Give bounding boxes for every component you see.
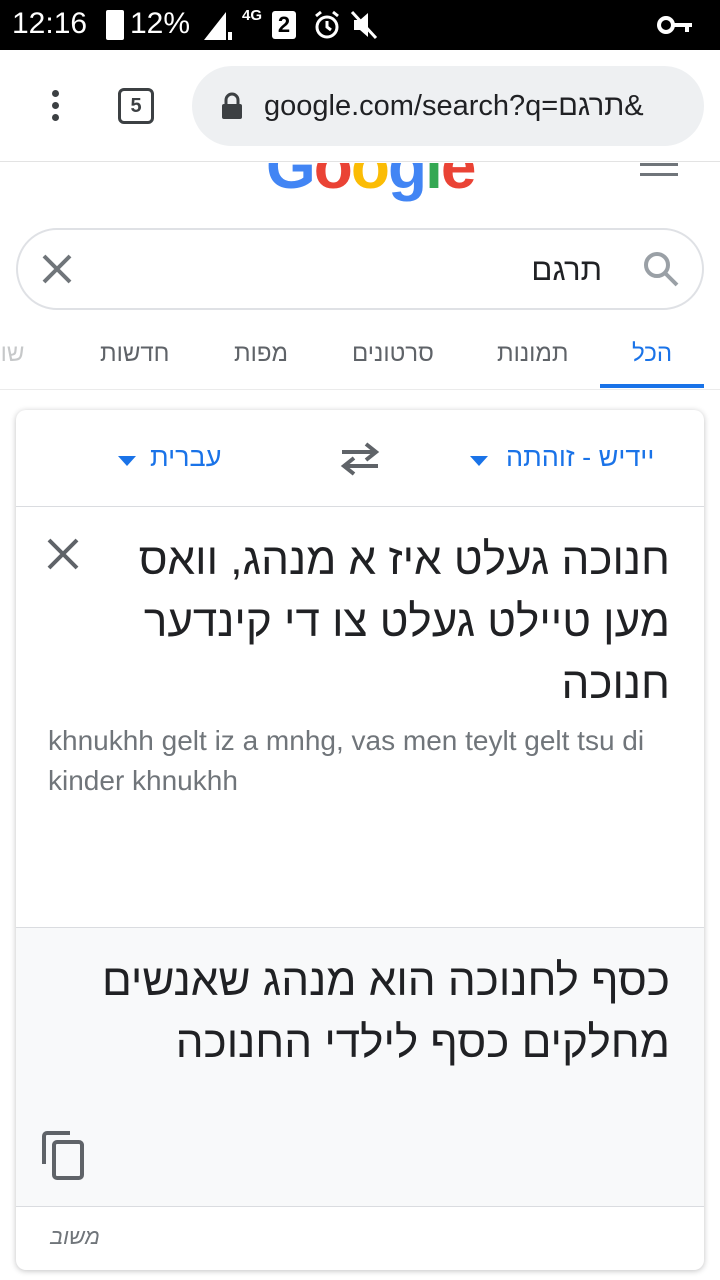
logo-letter: g: [387, 163, 427, 202]
tab-news[interactable]: חדשות: [100, 340, 169, 368]
search-icon[interactable]: [642, 250, 680, 288]
translate-card: עברית יידיש - זוהתה חנוכה געלט איז א מנה…: [16, 410, 704, 1270]
logo-letter: G: [266, 163, 316, 202]
url-bar[interactable]: google.com/search?q=תרגם&: [192, 66, 704, 146]
status-bar: 12:16 12% 4G 2: [0, 0, 720, 50]
transliteration: khnukhh gelt iz a mnhg, vas men teylt ge…: [48, 725, 645, 796]
search-input[interactable]: תרגם: [531, 252, 602, 288]
active-tab-indicator: [600, 384, 704, 388]
source-language-select[interactable]: יידיש - זוהתה: [506, 442, 654, 473]
language-selector-row: עברית יידיש - זוהתה: [16, 410, 704, 507]
logo-letter: o: [350, 163, 390, 202]
source-panel: חנוכה געלט איז א מנהג, וואס מען טיילט גע…: [16, 507, 704, 927]
sim-indicator: 2: [272, 11, 296, 39]
more-vert-icon[interactable]: [40, 86, 70, 126]
alarm-icon: [315, 10, 339, 39]
close-icon[interactable]: [46, 537, 80, 571]
chevron-down-icon[interactable]: [470, 456, 488, 466]
tab-all[interactable]: הכל: [632, 340, 672, 368]
target-language-select[interactable]: עברית: [150, 442, 221, 473]
swap-icon[interactable]: [338, 440, 382, 478]
lock-icon: [222, 92, 242, 119]
signal-icon: [204, 12, 232, 40]
chevron-down-icon[interactable]: [118, 456, 136, 466]
mute-icon: [350, 10, 378, 40]
search-box[interactable]: תרגם: [16, 228, 704, 310]
translated-text: כסף לחנוכה הוא מנהג שאנשים מחלקים כסף לי…: [101, 956, 670, 1067]
status-time: 12:16: [12, 7, 88, 40]
tab-shopping[interactable]: שופ: [0, 340, 24, 368]
search-nav-tabs: הכל תמונות סרטונים מפות חדשות שופ: [0, 320, 720, 390]
url-text: google.com/search?q=תרגם&: [264, 90, 644, 122]
network-type: 4G: [241, 7, 262, 24]
browser-toolbar: 5 google.com/search?q=תרגם&: [0, 50, 720, 162]
logo-strip: Google: [0, 163, 720, 203]
logo-letter: e: [440, 163, 477, 202]
logo-letter: o: [313, 163, 353, 202]
hamburger-menu-icon[interactable]: [640, 163, 678, 177]
logo-letter: l: [425, 163, 443, 202]
source-text[interactable]: חנוכה געלט איז א מנהג, וואס מען טיילט גע…: [110, 529, 670, 715]
battery-percent: 12%: [130, 7, 191, 40]
tab-switcher-button[interactable]: 5: [118, 88, 154, 124]
google-logo[interactable]: Google: [266, 163, 477, 203]
tab-images[interactable]: תמונות: [497, 340, 568, 368]
feedback-link[interactable]: משוב: [50, 1224, 100, 1250]
target-panel: כסף לחנוכה הוא מנהג שאנשים מחלקים כסף לי…: [16, 927, 704, 1207]
copy-icon[interactable]: [40, 1130, 88, 1182]
tab-maps[interactable]: מפות: [234, 340, 288, 368]
close-icon[interactable]: [40, 252, 74, 286]
battery-icon: [106, 10, 124, 40]
tab-videos[interactable]: סרטונים: [352, 340, 434, 368]
vpn-key-icon: [657, 16, 692, 34]
